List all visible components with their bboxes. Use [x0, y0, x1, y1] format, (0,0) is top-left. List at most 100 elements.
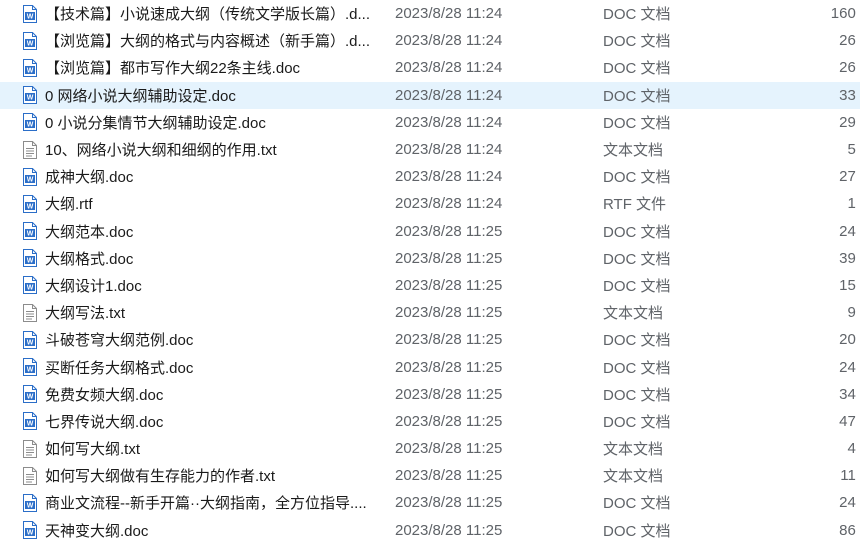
file-date-modified: 2023/8/28 11:25	[395, 521, 503, 539]
file-row[interactable]: W 天神变大纲.doc 2023/8/28 11:25 DOC 文档 86 K	[0, 517, 860, 544]
file-row-selected[interactable]: W 0 网络小说大纲辅助设定.doc 2023/8/28 11:24 DOC 文档 33…	[0, 81, 860, 109]
file-size: 24 K	[839, 222, 860, 240]
file-row[interactable]: 如何写大纲做有生存能力的作者.txt 2023/8/28 11:25 文本文档 11 …	[0, 462, 860, 489]
file-row[interactable]: W 买断任务大纲格式.doc 2023/8/28 11:25 DOC 文档 24 K	[0, 353, 860, 380]
file-row[interactable]: W 大纲.rtf 2023/8/28 11:24 RTF 文件 1 K	[0, 190, 860, 217]
word-doc-icon: W	[22, 381, 38, 408]
file-row[interactable]: W 商业文流程--新手开篇··大纲指南，全方位指导.... 2023/8/28 11…	[0, 489, 860, 516]
svg-text:W: W	[27, 421, 34, 428]
file-name: 如何写大纲做有生存能力的作者.txt	[45, 468, 276, 486]
file-row[interactable]: W 大纲设计1.doc 2023/8/28 11:25 DOC 文档 15 K	[0, 272, 860, 299]
svg-text:W: W	[27, 40, 34, 47]
file-type: DOC 文档	[603, 495, 671, 513]
file-date-modified: 2023/8/28 11:24	[395, 86, 503, 104]
file-row[interactable]: W 大纲格式.doc 2023/8/28 11:25 DOC 文档 39 K	[0, 245, 860, 272]
svg-text:W: W	[27, 176, 34, 183]
file-type: DOC 文档	[603, 359, 671, 377]
file-type: DOC 文档	[603, 386, 671, 404]
file-size: 26 K	[839, 59, 860, 77]
file-size: 5 K	[847, 141, 860, 159]
svg-text:W: W	[27, 204, 34, 211]
file-row[interactable]: 大纲写法.txt 2023/8/28 11:25 文本文档 9 K	[0, 299, 860, 326]
svg-text:W: W	[27, 530, 34, 537]
file-size: 160 K	[830, 5, 860, 23]
svg-text:W: W	[27, 340, 34, 347]
file-date-modified: 2023/8/28 11:24	[395, 59, 503, 77]
text-file-icon	[22, 299, 38, 326]
file-date-modified: 2023/8/28 11:25	[395, 331, 503, 349]
file-row[interactable]: 10、网络小说大纲和细纲的作用.txt 2023/8/28 11:24 文本文档 5 …	[0, 136, 860, 163]
file-type: DOC 文档	[603, 114, 671, 132]
text-file-icon	[22, 136, 38, 163]
file-type: DOC 文档	[603, 169, 671, 187]
svg-text:W: W	[27, 122, 34, 129]
file-row[interactable]: W 0 小说分集情节大纲辅助设定.doc 2023/8/28 11:24 DOC 文档…	[0, 109, 860, 136]
word-doc-icon: W	[22, 109, 38, 136]
file-row[interactable]: W 免费女频大纲.doc 2023/8/28 11:25 DOC 文档 34 K	[0, 381, 860, 408]
file-date-modified: 2023/8/28 11:25	[395, 358, 503, 376]
file-type: DOC 文档	[603, 413, 671, 431]
file-name: 免费女频大纲.doc	[45, 386, 164, 404]
file-type: 文本文档	[603, 142, 664, 160]
word-doc-icon: W	[22, 326, 38, 353]
file-type: 文本文档	[603, 468, 664, 486]
file-row[interactable]: W 【浏览篇】大纲的格式与内容概述（新手篇）.d... 2023/8/28 11:2…	[0, 27, 860, 54]
file-row[interactable]: W 成神大纲.doc 2023/8/28 11:24 DOC 文档 27 K	[0, 163, 860, 190]
file-type: DOC 文档	[603, 522, 671, 540]
file-size: 24 K	[839, 494, 860, 512]
file-size: 47 K	[839, 412, 860, 430]
file-name: 大纲.rtf	[45, 196, 93, 214]
svg-text:W: W	[27, 68, 34, 75]
svg-text:W: W	[27, 394, 34, 401]
file-date-modified: 2023/8/28 11:24	[395, 195, 503, 213]
file-size: 11 K	[840, 467, 860, 485]
word-doc-icon: W	[22, 0, 38, 27]
file-row[interactable]: 如何写大纲.txt 2023/8/28 11:25 文本文档 4 K	[0, 435, 860, 462]
file-name: 0 小说分集情节大纲辅助设定.doc	[45, 114, 266, 132]
svg-text:W: W	[27, 13, 34, 20]
file-row[interactable]: W 【技术篇】小说速成大纲（传统文学版长篇）.d... 2023/8/28 11:2…	[0, 0, 860, 27]
file-name: 大纲写法.txt	[45, 305, 126, 323]
word-doc-icon: W	[22, 27, 38, 54]
file-size: 27 K	[839, 168, 860, 186]
file-type: DOC 文档	[603, 60, 671, 78]
file-date-modified: 2023/8/28 11:25	[395, 222, 503, 240]
word-doc-icon: W	[22, 408, 38, 435]
file-size: 24 K	[839, 358, 860, 376]
file-row[interactable]: W 斗破苍穹大纲范例.doc 2023/8/28 11:25 DOC 文档 20 K	[0, 326, 860, 353]
file-row[interactable]: W 大纲范本.doc 2023/8/28 11:25 DOC 文档 24 K	[0, 218, 860, 245]
file-size: 4 K	[847, 440, 860, 458]
file-row[interactable]: W 【浏览篇】都市写作大纲22条主线.doc 2023/8/28 11:24 DOC …	[0, 54, 860, 81]
file-date-modified: 2023/8/28 11:25	[395, 276, 503, 294]
svg-text:W: W	[27, 95, 34, 102]
file-name: 天神变大纲.doc	[45, 522, 149, 540]
file-name: 大纲格式.doc	[45, 250, 134, 268]
word-doc-icon: W	[22, 163, 38, 190]
word-doc-icon: W	[22, 272, 38, 299]
file-type: DOC 文档	[603, 250, 671, 268]
file-name: 如何写大纲.txt	[45, 441, 141, 459]
file-size: 34 K	[839, 385, 860, 403]
file-date-modified: 2023/8/28 11:24	[395, 32, 503, 50]
file-date-modified: 2023/8/28 11:24	[395, 168, 503, 186]
word-doc-icon: W	[22, 489, 38, 516]
file-name: 大纲设计1.doc	[45, 277, 142, 295]
file-name: 商业文流程--新手开篇··大纲指南，全方位指导....	[45, 495, 367, 513]
file-type: 文本文档	[603, 305, 664, 323]
word-doc-icon: W	[22, 517, 38, 544]
file-row[interactable]: W 七界传说大纲.doc 2023/8/28 11:25 DOC 文档 47 K	[0, 408, 860, 435]
file-type: DOC 文档	[603, 332, 671, 350]
file-date-modified: 2023/8/28 11:25	[395, 440, 503, 458]
file-type: DOC 文档	[603, 277, 671, 295]
file-date-modified: 2023/8/28 11:24	[395, 5, 503, 23]
file-name: 【浏览篇】大纲的格式与内容概述（新手篇）.d...	[45, 33, 371, 51]
file-date-modified: 2023/8/28 11:25	[395, 304, 503, 322]
word-doc-icon: W	[22, 54, 38, 81]
file-name: 斗破苍穹大纲范例.doc	[45, 332, 194, 350]
file-name: 七界传说大纲.doc	[45, 413, 164, 431]
file-size: 15 K	[839, 276, 860, 294]
word-doc-icon: W	[22, 245, 38, 272]
file-date-modified: 2023/8/28 11:25	[395, 412, 503, 430]
svg-text:W: W	[27, 258, 34, 265]
file-size: 26 K	[839, 32, 860, 50]
